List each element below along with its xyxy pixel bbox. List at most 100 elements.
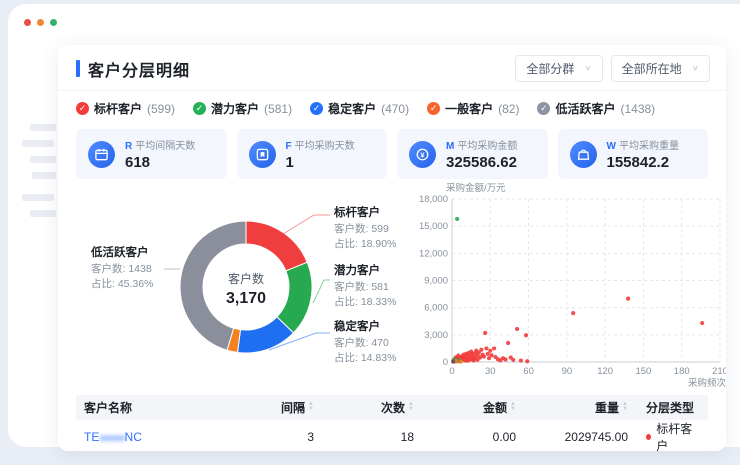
legend-count: (599): [147, 102, 175, 116]
filter-dropdown-1[interactable]: 全部所在地∨: [611, 55, 710, 82]
table-header-label: 分层类型: [646, 401, 694, 415]
donut-callout-name: 潜力客户: [334, 263, 396, 280]
x-axis-title: 采购频次: [688, 377, 726, 387]
customer-name-link[interactable]: TE●●●●●NC: [76, 430, 234, 444]
table-header-3[interactable]: 金额▲▼: [424, 399, 526, 416]
scatter-point[interactable]: [504, 357, 508, 361]
scatter-point[interactable]: [571, 311, 575, 315]
table-header-0: 客户名称: [76, 399, 234, 416]
metric-label: M平均采购金额: [446, 137, 517, 152]
table-row: TE●●●●●NC3180.002029745.00标杆客户: [76, 420, 708, 449]
metric-value: 155842.2: [607, 154, 679, 171]
customer-segmentation-panel: 客户分层明细 全部分群∨全部所在地∨ ✓标杆客户(599)✓潜力客户(581)✓…: [58, 45, 726, 451]
cell-weight: 2029745.00: [526, 430, 638, 444]
scatter-point[interactable]: [515, 327, 519, 331]
legend-check-icon: ✓: [537, 102, 550, 115]
table-header: 客户名称间隔▲▼次数▲▼金额▲▼重量▲▼分层类型: [76, 395, 708, 420]
metric-label: R平均间隔天数: [125, 137, 195, 152]
y-tick-label: 9,000: [424, 276, 448, 287]
y-axis-title: 采购金额/万元: [446, 182, 506, 194]
donut-chart[interactable]: 客户数 3,170 标杆客户客户数: 599占比: 18.90%潜力客户客户数:…: [78, 181, 414, 387]
app-window: 客户分层明细 全部分群∨全部所在地∨ ✓标杆客户(599)✓潜力客户(581)✓…: [8, 4, 740, 447]
sidebar-skeleton-bar: [32, 172, 56, 179]
segment-type-dot: [646, 434, 651, 440]
metric-card-M: ¥M平均采购金额325586.62: [397, 129, 548, 179]
legend-item-2[interactable]: ✓稳定客户(470): [310, 100, 409, 117]
scatter-point[interactable]: [484, 346, 488, 350]
scatter-point[interactable]: [506, 341, 510, 345]
table-header-1[interactable]: 间隔▲▼: [234, 399, 324, 416]
chevron-down-icon: ∨: [584, 64, 591, 73]
scatter-point[interactable]: [626, 297, 630, 301]
legend-item-0[interactable]: ✓标杆客户(599): [76, 100, 175, 117]
scatter-point[interactable]: [489, 353, 493, 357]
donut-callout-潜力客户: 潜力客户客户数: 581占比: 18.33%: [334, 263, 396, 310]
window-control-dot-0[interactable]: [24, 19, 31, 26]
customer-table: 客户名称间隔▲▼次数▲▼金额▲▼重量▲▼分层类型 TE●●●●●NC3180.0…: [58, 387, 726, 451]
bag-icon: [570, 141, 597, 168]
x-tick-label: 30: [485, 366, 496, 377]
metric-card-W: W平均采购重量155842.2: [558, 129, 709, 179]
segment-type-label: 标杆客户: [656, 420, 698, 451]
sidebar-skeleton-bar: [22, 194, 54, 201]
table-header-label: 次数: [381, 401, 405, 415]
cell-amount: 0.00: [424, 430, 526, 444]
metric-value: 1: [286, 154, 355, 171]
scatter-point[interactable]: [511, 358, 515, 362]
donut-leader-line: [313, 280, 330, 303]
scatter-chart[interactable]: 03,0006,0009,00012,00015,00018,000030609…: [414, 181, 726, 387]
donut-callout-低活跃客户: 低活跃客户客户数: 1438占比: 45.36%: [91, 245, 153, 292]
metric-cards: R平均间隔天数618F平均采购天数1¥M平均采购金额325586.62W平均采购…: [58, 121, 726, 179]
scatter-point[interactable]: [524, 333, 528, 337]
sort-icon[interactable]: ▲▼: [622, 404, 628, 414]
scatter-point[interactable]: [451, 359, 455, 363]
scatter-point[interactable]: [488, 349, 492, 353]
x-tick-label: 150: [635, 366, 651, 377]
scatter-point[interactable]: [700, 321, 704, 325]
sidebar-skeleton: [22, 124, 62, 226]
legend-label: 低活跃客户: [555, 100, 615, 117]
scatter-point[interactable]: [519, 358, 523, 362]
y-tick-label: 0: [443, 357, 448, 368]
legend-count: (1438): [620, 102, 655, 116]
table-header-4[interactable]: 重量▲▼: [526, 399, 638, 416]
table-header-label: 重量: [595, 401, 619, 415]
table-header-2[interactable]: 次数▲▼: [324, 399, 424, 416]
svg-text:¥: ¥: [420, 150, 425, 159]
metric-value: 618: [125, 154, 195, 171]
window-controls: [24, 19, 57, 26]
legend-item-3[interactable]: ✓一般客户(82): [427, 100, 519, 117]
scatter-point[interactable]: [459, 359, 463, 363]
donut-slice-标杆客户[interactable]: [246, 221, 307, 271]
sort-icon[interactable]: ▲▼: [510, 404, 516, 414]
filter-dropdown-label: 全部所在地: [622, 60, 682, 77]
donut-callout-标杆客户: 标杆客户客户数: 599占比: 18.90%: [334, 205, 396, 252]
scatter-point[interactable]: [525, 359, 529, 363]
donut-callout-稳定客户: 稳定客户客户数: 470占比: 14.83%: [334, 319, 396, 366]
bookmark-icon: [249, 141, 276, 168]
sort-icon[interactable]: ▲▼: [308, 404, 314, 414]
filter-dropdown-0[interactable]: 全部分群∨: [515, 55, 602, 82]
metric-card-R: R平均间隔天数 618: [76, 129, 227, 179]
y-tick-label: 15,000: [419, 221, 448, 232]
charts-section: 客户数 3,170 标杆客户客户数: 599占比: 18.90%潜力客户客户数:…: [58, 179, 726, 387]
scatter-point[interactable]: [483, 331, 487, 335]
sidebar-skeleton-bar: [30, 156, 56, 163]
scatter-point[interactable]: [492, 346, 496, 350]
scatter-point[interactable]: [482, 354, 486, 358]
legend-item-4[interactable]: ✓ 低活跃客户 (1438): [537, 100, 655, 117]
window-control-dot-2[interactable]: [50, 19, 57, 26]
table-header-label: 金额: [483, 401, 507, 415]
scatter-point[interactable]: [479, 348, 483, 352]
donut-callout-pct: 占比: 18.33%: [334, 295, 396, 310]
y-tick-label: 18,000: [419, 194, 448, 205]
legend-count: (82): [498, 102, 519, 116]
window-control-dot-1[interactable]: [37, 19, 44, 26]
legend-item-1[interactable]: ✓潜力客户(581): [193, 100, 292, 117]
donut-callout-count: 客户数: 599: [334, 222, 396, 237]
sidebar-skeleton-bar: [30, 210, 56, 217]
customer-name-suffix: NC: [125, 430, 142, 444]
x-tick-label: 210: [712, 366, 726, 377]
sort-icon[interactable]: ▲▼: [408, 404, 414, 414]
scatter-point[interactable]: [455, 217, 459, 221]
